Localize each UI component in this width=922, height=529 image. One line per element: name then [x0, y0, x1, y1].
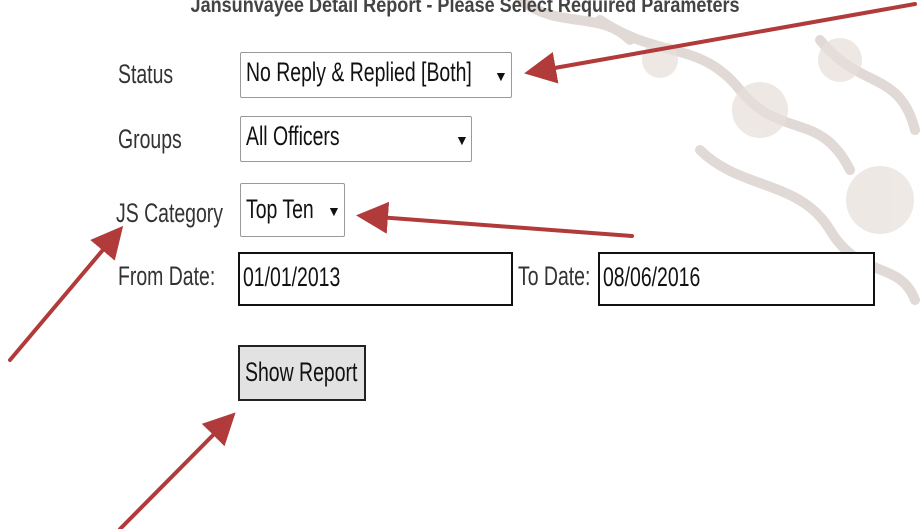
- js-category-select[interactable]: Top Ten ▼: [240, 183, 345, 237]
- chevron-down-icon: ▼: [327, 203, 341, 219]
- status-label: Status: [118, 59, 174, 89]
- from-date-value: 01/01/2013: [243, 262, 341, 292]
- to-date-input[interactable]: 08/06/2016: [598, 252, 875, 306]
- to-date-label: To Date:: [518, 261, 591, 291]
- show-report-button[interactable]: Show Report: [238, 345, 366, 401]
- arrow-to-js-category-label: [8, 225, 124, 362]
- show-report-button-label: Show Report: [245, 357, 358, 387]
- groups-select[interactable]: All Officers ▼: [240, 116, 472, 162]
- chevron-down-icon: ▼: [455, 132, 469, 148]
- from-date-input[interactable]: 01/01/2013: [238, 252, 513, 306]
- groups-select-value: All Officers: [246, 121, 340, 151]
- from-date-label: From Date:: [118, 261, 216, 291]
- arrow-to-js-category: [356, 201, 634, 238]
- js-category-label: JS Category: [116, 198, 223, 228]
- status-select[interactable]: No Reply & Replied [Both] ▼: [240, 52, 512, 98]
- chevron-down-icon: ▼: [494, 68, 508, 84]
- page-title: Jansunvayee Detail Report - Please Selec…: [190, 0, 740, 17]
- js-category-select-value: Top Ten: [246, 194, 314, 224]
- to-date-value: 08/06/2016: [603, 262, 701, 292]
- arrow-to-show-report: [118, 412, 236, 529]
- status-select-value: No Reply & Replied [Both]: [246, 57, 472, 87]
- groups-label: Groups: [118, 124, 182, 154]
